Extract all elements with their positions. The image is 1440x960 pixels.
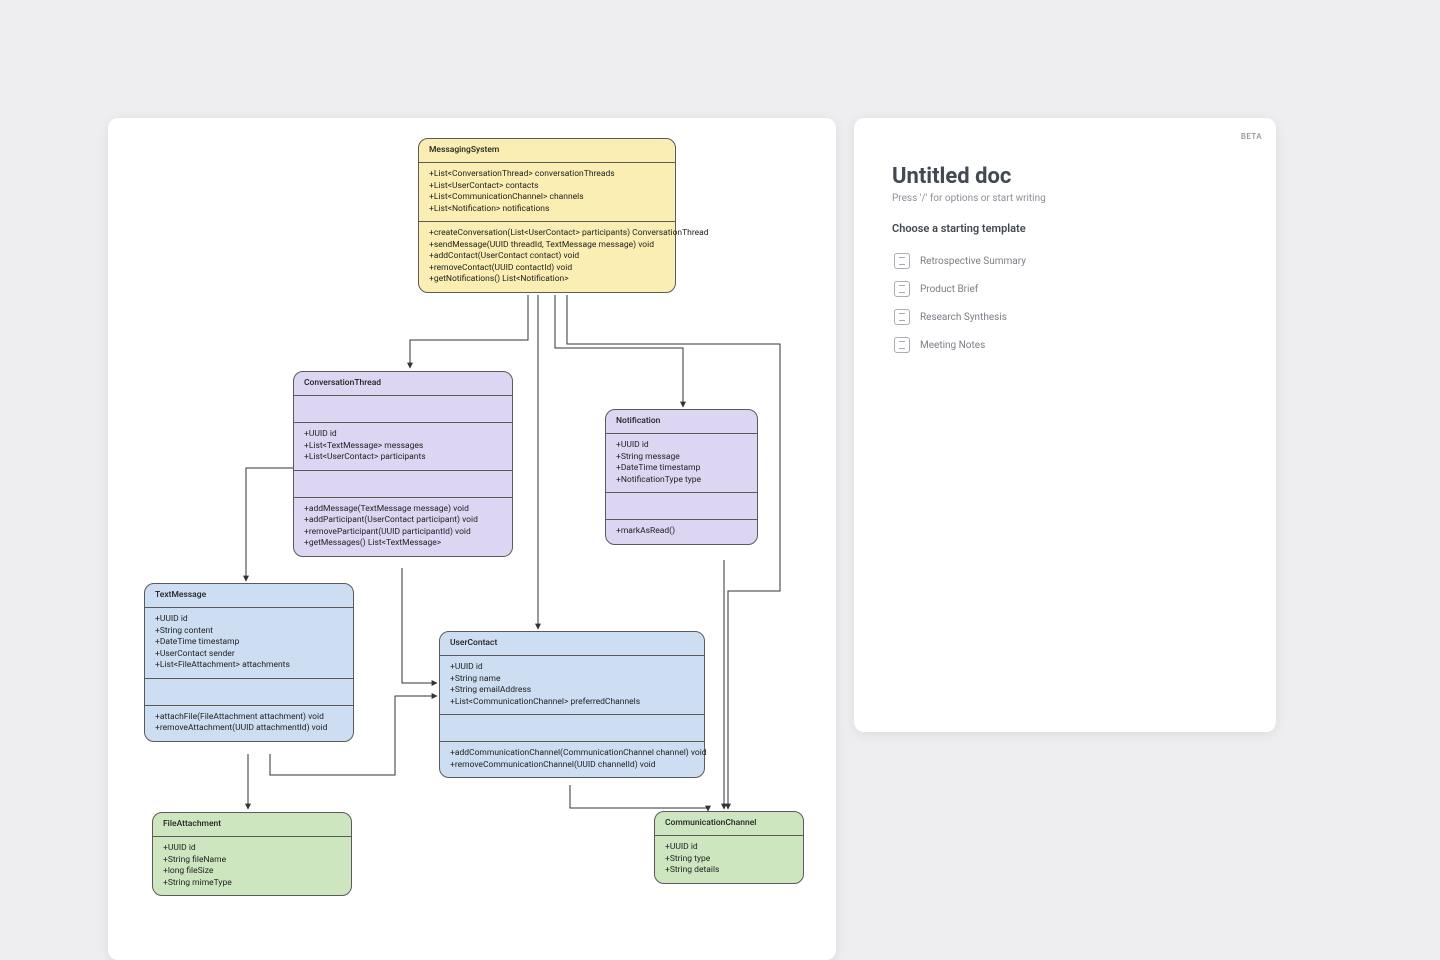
uml-class-textmessage[interactable]: TextMessage +UUID id +String content +Da…	[144, 583, 354, 742]
uml-class-title: TextMessage	[145, 584, 353, 608]
template-label: Research Synthesis	[920, 312, 1007, 323]
app-stage: MessagingSystem +List<ConversationThread…	[0, 0, 1440, 960]
document-icon	[894, 337, 910, 353]
document-icon	[894, 309, 910, 325]
template-meeting-notes[interactable]: Meeting Notes	[892, 331, 1238, 359]
uml-attributes: +UUID id +String content +DateTime times…	[145, 608, 353, 678]
template-research-synthesis[interactable]: Research Synthesis	[892, 303, 1238, 331]
uml-class-conversationthread[interactable]: ConversationThread +UUID id +List<TextMe…	[293, 371, 513, 557]
template-product-brief[interactable]: Product Brief	[892, 275, 1238, 303]
doc-panel: BETA Untitled doc Press '/' for options …	[854, 118, 1276, 732]
uml-methods: +markAsRead()	[606, 520, 757, 543]
uml-class-title: UserContact	[440, 632, 704, 656]
doc-hint: Press '/' for options or start writing	[892, 193, 1238, 204]
uml-class-notification[interactable]: Notification +UUID id +String message +D…	[605, 409, 758, 545]
uml-spacer	[606, 493, 757, 520]
template-label: Product Brief	[920, 284, 978, 295]
uml-methods: +addMessage(TextMessage message) void +a…	[294, 498, 512, 556]
uml-spacer	[145, 679, 353, 706]
uml-attributes: +UUID id +String message +DateTime times…	[606, 434, 757, 493]
uml-attributes: +List<ConversationThread> conversationTh…	[419, 163, 675, 222]
uml-spacer	[440, 715, 704, 742]
document-icon	[894, 253, 910, 269]
uml-attributes: +UUID id +String name +String emailAddre…	[440, 656, 704, 715]
uml-class-communicationchannel[interactable]: CommunicationChannel +UUID id +String ty…	[654, 811, 804, 884]
uml-attributes: +UUID id +String type +String details	[655, 836, 803, 882]
template-label: Retrospective Summary	[920, 256, 1026, 267]
uml-class-title: ConversationThread	[294, 372, 512, 396]
uml-class-title: CommunicationChannel	[655, 812, 803, 836]
uml-class-title: MessagingSystem	[419, 139, 675, 163]
beta-badge: BETA	[1241, 132, 1262, 141]
uml-class-title: FileAttachment	[153, 813, 351, 837]
uml-class-fileattachment[interactable]: FileAttachment +UUID id +String fileName…	[152, 812, 352, 896]
uml-methods: +attachFile(FileAttachment attachment) v…	[145, 706, 353, 741]
document-icon	[894, 281, 910, 297]
uml-methods: +addCommunicationChannel(CommunicationCh…	[440, 742, 704, 777]
uml-methods: +createConversation(List<UserContact> pa…	[419, 222, 675, 291]
diagram-canvas[interactable]: MessagingSystem +List<ConversationThread…	[108, 118, 836, 960]
templates-heading: Choose a starting template	[892, 222, 1238, 235]
template-retrospective-summary[interactable]: Retrospective Summary	[892, 247, 1238, 275]
doc-title[interactable]: Untitled doc	[892, 164, 1238, 189]
uml-spacer	[294, 396, 512, 423]
uml-spacer	[294, 471, 512, 498]
uml-class-title: Notification	[606, 410, 757, 434]
template-label: Meeting Notes	[920, 340, 985, 351]
uml-class-usercontact[interactable]: UserContact +UUID id +String name +Strin…	[439, 631, 705, 778]
uml-class-messagingsystem[interactable]: MessagingSystem +List<ConversationThread…	[418, 138, 676, 293]
uml-attributes: +UUID id +String fileName +long fileSize…	[153, 837, 351, 895]
uml-attributes: +UUID id +List<TextMessage> messages +Li…	[294, 423, 512, 470]
